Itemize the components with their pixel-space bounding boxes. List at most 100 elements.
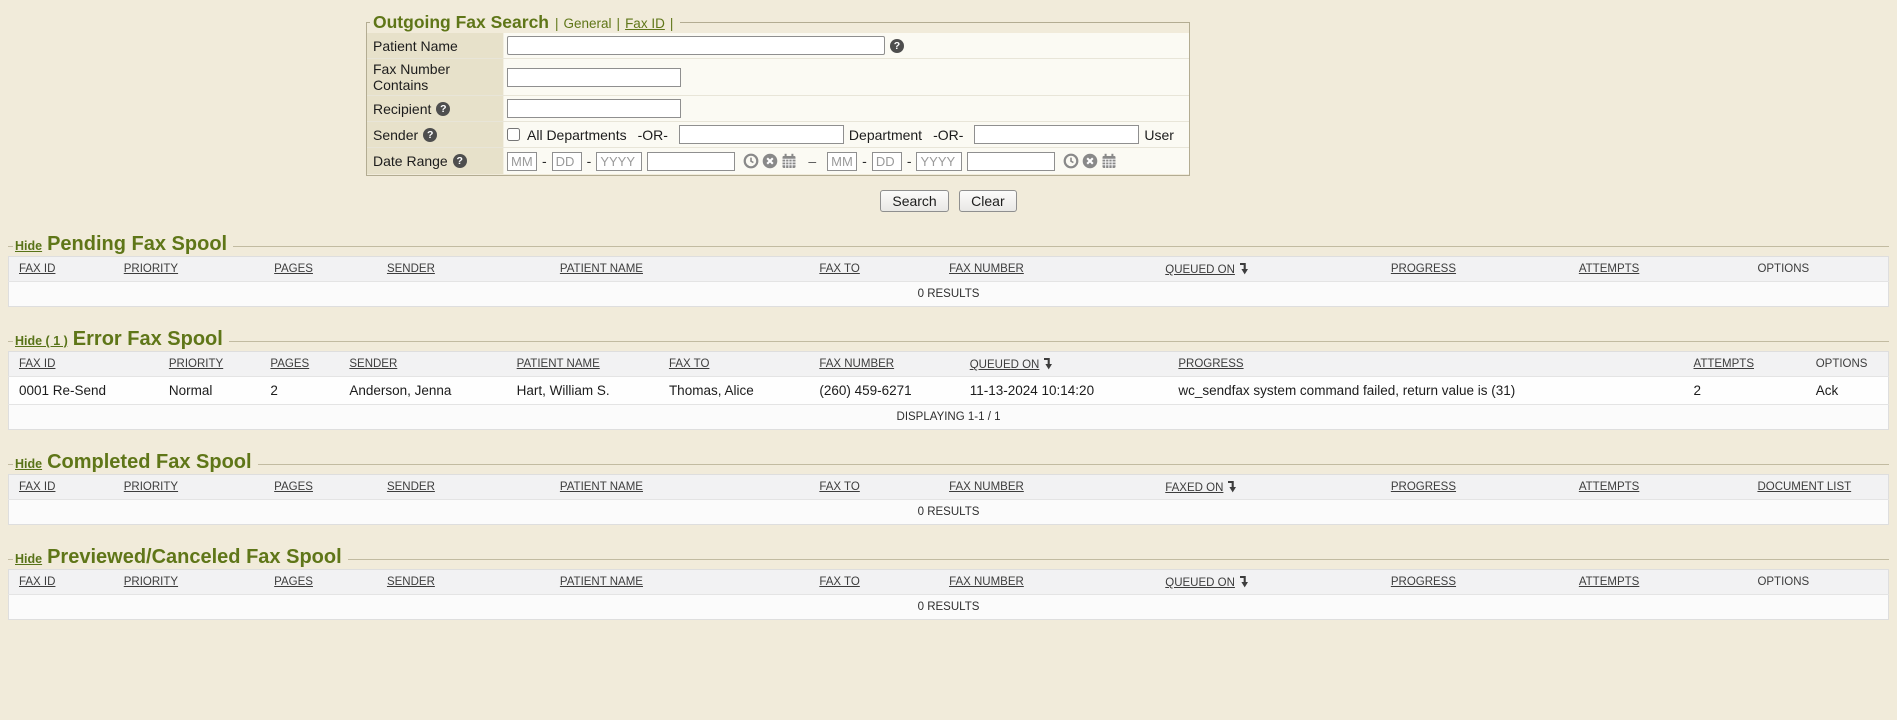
column-header-options: OPTIONS xyxy=(1747,570,1888,595)
column-header-attempts-link[interactable]: ATTEMPTS xyxy=(1694,358,1754,370)
column-header-priority-link[interactable]: PRIORITY xyxy=(124,481,178,493)
clear-button[interactable]: Clear xyxy=(959,190,1016,212)
user-input[interactable] xyxy=(974,125,1139,144)
column-header-fax-to-link[interactable]: FAX TO xyxy=(819,576,859,588)
to-year-input[interactable] xyxy=(916,152,962,171)
column-header-progress-link[interactable]: PROGRESS xyxy=(1391,576,1456,588)
column-header-pages-link[interactable]: PAGES xyxy=(274,481,313,493)
cell-queued-on: 11-13-2024 10:14:20 xyxy=(960,377,1169,405)
column-header-attempts-link[interactable]: ATTEMPTS xyxy=(1579,263,1639,275)
from-day-input[interactable] xyxy=(552,152,582,171)
column-header-fax-id-link[interactable]: FAX ID xyxy=(19,576,55,588)
sort-descending-icon xyxy=(1238,575,1249,588)
column-header-priority: PRIORITY xyxy=(114,257,264,282)
patient-name-input[interactable] xyxy=(507,36,885,55)
column-header-options: OPTIONS xyxy=(1747,257,1888,282)
column-header-options-label: OPTIONS xyxy=(1757,576,1809,588)
recipient-input[interactable] xyxy=(507,99,681,118)
cell-fax-id[interactable]: 0001 Re-Send xyxy=(9,377,159,405)
error-hide-link[interactable]: Hide ( 1 ) xyxy=(15,334,68,348)
column-header-queued-on-link[interactable]: QUEUED ON xyxy=(1165,577,1235,589)
column-header-patient-name-link[interactable]: PATIENT NAME xyxy=(517,358,600,370)
column-header-fax-id-link[interactable]: FAX ID xyxy=(19,358,55,370)
column-header-sender-link[interactable]: SENDER xyxy=(387,576,435,588)
to-time-input[interactable] xyxy=(967,152,1055,171)
column-header-queued-on-link[interactable]: QUEUED ON xyxy=(970,359,1040,371)
column-header-fax-number-link[interactable]: FAX NUMBER xyxy=(949,481,1024,493)
recipient-help-icon[interactable]: ? xyxy=(436,102,450,116)
to-clock-icon[interactable] xyxy=(1063,153,1079,169)
column-header-fax-to-link[interactable]: FAX TO xyxy=(819,263,859,275)
pending-hide-link[interactable]: Hide xyxy=(15,239,42,253)
from-calendar-icon[interactable] xyxy=(781,153,797,169)
column-header-sender-link[interactable]: SENDER xyxy=(349,358,397,370)
column-header-patient-name-link[interactable]: PATIENT NAME xyxy=(560,263,643,275)
from-clock-icon[interactable] xyxy=(743,153,759,169)
column-header-progress-link[interactable]: PROGRESS xyxy=(1391,481,1456,493)
column-header-document-list-link[interactable]: DOCUMENT LIST xyxy=(1757,481,1851,493)
to-clear-date-icon[interactable] xyxy=(1082,153,1098,169)
column-header-fax-number-link[interactable]: FAX NUMBER xyxy=(949,576,1024,588)
column-header-attempts-link[interactable]: ATTEMPTS xyxy=(1579,576,1639,588)
search-area: Outgoing Fax Search | General | Fax ID |… xyxy=(0,0,1897,212)
column-header-pages-link[interactable]: PAGES xyxy=(274,263,313,275)
cell-attempts: 2 xyxy=(1684,377,1806,405)
previewed-canceled-fax-spool-section: Hide Previewed/Canceled Fax Spool FAX ID… xyxy=(8,525,1889,620)
from-month-input[interactable] xyxy=(507,152,537,171)
column-header-attempts-link[interactable]: ATTEMPTS xyxy=(1579,481,1639,493)
column-header-fax-id-link[interactable]: FAX ID xyxy=(19,263,55,275)
results-summary: 0 RESULTS xyxy=(9,282,1889,307)
search-panel-legend: Outgoing Fax Search | General | Fax ID | xyxy=(370,12,680,33)
from-year-input[interactable] xyxy=(596,152,642,171)
column-header-fax-to-link[interactable]: FAX TO xyxy=(669,358,709,370)
column-header-fax-id-link[interactable]: FAX ID xyxy=(19,481,55,493)
column-header-patient-name-link[interactable]: PATIENT NAME xyxy=(560,576,643,588)
results-summary: 0 RESULTS xyxy=(9,500,1889,525)
completed-hide-link[interactable]: Hide xyxy=(15,457,42,471)
date-range-help-icon[interactable]: ? xyxy=(453,154,467,168)
department-label: Department xyxy=(849,127,922,143)
from-time-input[interactable] xyxy=(647,152,735,171)
patient-name-help-icon[interactable]: ? xyxy=(890,39,904,53)
sort-descending-icon xyxy=(1042,357,1053,370)
department-input[interactable] xyxy=(679,125,844,144)
column-header-progress-link[interactable]: PROGRESS xyxy=(1391,263,1456,275)
patient-name-row: Patient Name ? xyxy=(367,33,1189,59)
column-header-pages: PAGES xyxy=(264,475,377,500)
column-header-patient-name: PATIENT NAME xyxy=(550,257,809,282)
outgoing-fax-search-panel: Outgoing Fax Search | General | Fax ID |… xyxy=(366,12,1190,176)
pending-section-title: Pending Fax Spool xyxy=(47,233,233,256)
to-calendar-icon[interactable] xyxy=(1101,153,1117,169)
column-header-fax-to-link[interactable]: FAX TO xyxy=(819,481,859,493)
cell-options[interactable]: Ack xyxy=(1806,377,1889,405)
column-header-attempts: ATTEMPTS xyxy=(1569,475,1748,500)
tab-general[interactable]: General xyxy=(564,16,612,31)
column-header-faxed-on-link[interactable]: FAXED ON xyxy=(1165,482,1223,494)
column-header-sender-link[interactable]: SENDER xyxy=(387,481,435,493)
column-header-queued-on: QUEUED ON xyxy=(1155,257,1381,282)
tab-fax-id[interactable]: Fax ID xyxy=(625,16,665,31)
column-header-patient-name-link[interactable]: PATIENT NAME xyxy=(560,481,643,493)
from-clear-date-icon[interactable] xyxy=(762,153,778,169)
column-header-sender-link[interactable]: SENDER xyxy=(387,263,435,275)
column-header-fax-id: FAX ID xyxy=(9,570,114,595)
column-header-priority-link[interactable]: PRIORITY xyxy=(169,358,223,370)
column-header-priority-link[interactable]: PRIORITY xyxy=(124,263,178,275)
column-header-priority-link[interactable]: PRIORITY xyxy=(124,576,178,588)
to-month-input[interactable] xyxy=(827,152,857,171)
previewed-canceled-hide-link[interactable]: Hide xyxy=(15,552,42,566)
column-header-pages-link[interactable]: PAGES xyxy=(270,358,309,370)
section-border-tick xyxy=(8,341,13,342)
column-header-queued-on: QUEUED ON xyxy=(960,352,1169,377)
search-button[interactable]: Search xyxy=(880,190,948,212)
column-header-pages-link[interactable]: PAGES xyxy=(274,576,313,588)
all-departments-checkbox[interactable] xyxy=(507,128,520,141)
column-header-fax-number-link[interactable]: FAX NUMBER xyxy=(949,263,1024,275)
fax-number-input[interactable] xyxy=(507,68,681,87)
date-range-row: Date Range ? - - – - - xyxy=(367,148,1189,174)
column-header-queued-on-link[interactable]: QUEUED ON xyxy=(1165,264,1235,276)
sender-help-icon[interactable]: ? xyxy=(423,128,437,142)
to-day-input[interactable] xyxy=(872,152,902,171)
column-header-progress-link[interactable]: PROGRESS xyxy=(1178,358,1243,370)
column-header-fax-number-link[interactable]: FAX NUMBER xyxy=(819,358,894,370)
